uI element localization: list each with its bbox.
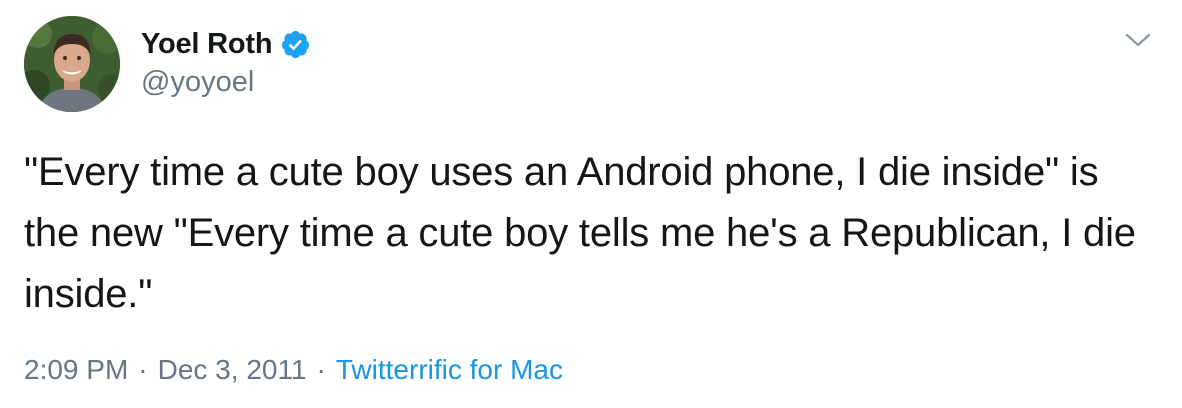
tweet-text: "Every time a cute boy uses an Android p…	[24, 150, 1136, 316]
tweet-date[interactable]: Dec 3, 2011	[158, 354, 307, 386]
name-row: Yoel Roth	[141, 24, 311, 64]
tweet-source-link[interactable]: Twitterrific for Mac	[336, 354, 563, 386]
tweet-card: Yoel Roth @yoyoel "Every time a cute boy…	[0, 0, 1182, 408]
verified-badge-icon	[280, 29, 311, 60]
tweet-meta: 2:09 PM · Dec 3, 2011 · Twitterrific for…	[24, 354, 563, 386]
chevron-down-icon[interactable]	[1124, 30, 1152, 50]
author-block: Yoel Roth @yoyoel	[141, 24, 311, 99]
display-name[interactable]: Yoel Roth	[141, 28, 273, 61]
tweet-time[interactable]: 2:09 PM	[24, 354, 128, 386]
handle[interactable]: @yoyoel	[141, 66, 311, 99]
meta-separator: ·	[138, 354, 148, 385]
meta-separator: ·	[316, 354, 326, 385]
avatar-image	[24, 16, 120, 112]
avatar[interactable]	[24, 16, 120, 112]
